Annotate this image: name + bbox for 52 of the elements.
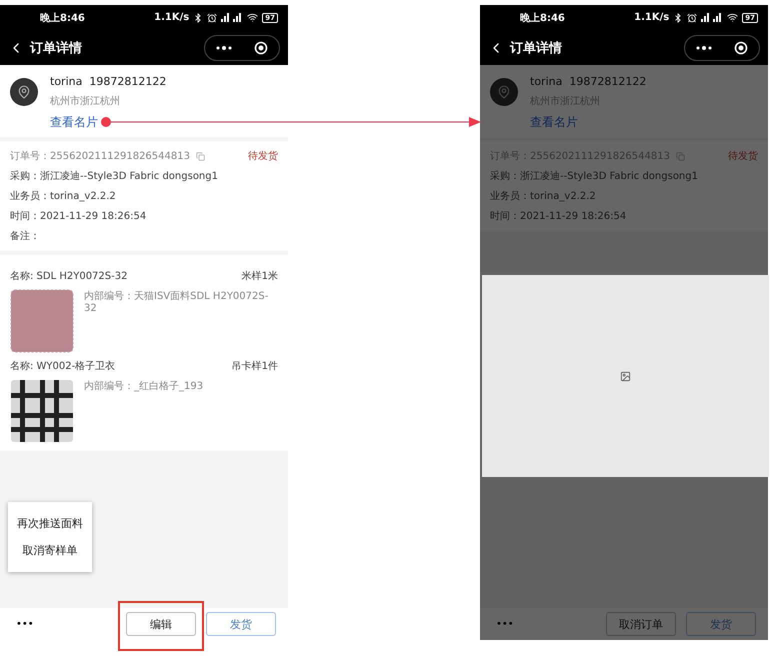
product-code: 内部编号：_红白格子_193 [84, 380, 204, 393]
more-button[interactable]: ••• [16, 618, 116, 630]
product-spec: 吊卡样1件 [232, 360, 278, 373]
signal-icon [701, 13, 724, 22]
location-icon [490, 78, 518, 106]
page-title: 订单详情 [30, 40, 83, 56]
network-speed: 1.1K/s [154, 12, 190, 23]
network-speed: 1.1K/s [634, 12, 670, 23]
wifi-icon [727, 12, 738, 23]
order-detail: 业务员：torina_v2.2.2 [490, 190, 597, 203]
page-title: 订单详情 [510, 40, 563, 56]
order-detail: 备注： [10, 230, 41, 243]
wifi-icon [247, 12, 258, 23]
alarm-icon [207, 12, 218, 22]
ship-button[interactable]: 发货 [206, 612, 276, 636]
order-detail: 采购：浙江凌迪--Style3D Fabric dongsong1 [10, 170, 219, 183]
view-card-link[interactable]: 查看名片 [50, 114, 278, 131]
image-placeholder-icon [620, 370, 631, 382]
more-icon[interactable] [216, 46, 232, 50]
contact-name: torina 19872812122 [530, 75, 646, 88]
order-detail: 时间：2021-11-29 18:26:54 [10, 210, 148, 223]
alarm-icon [687, 12, 698, 22]
capsule-menu[interactable] [204, 34, 280, 60]
capsule-menu[interactable] [684, 34, 760, 60]
close-icon[interactable] [254, 40, 268, 54]
menu-item[interactable]: 再次推送面料 [17, 516, 83, 531]
bluetooth-icon [673, 12, 684, 22]
fabric-swatch-icon [10, 289, 74, 353]
contact-address: 杭州市浙江杭州 [50, 94, 121, 108]
location-icon [10, 78, 38, 106]
product-name: 名称: SDL H2Y0072S-32 [10, 270, 128, 283]
bluetooth-icon [193, 12, 204, 22]
signal-icon [221, 13, 244, 22]
action-button[interactable]: 取消订单 [606, 612, 676, 636]
product-code: 内部编号：天猫ISV面料SDL H2Y0072S-32 [84, 290, 270, 314]
order-detail: 时间：2021-11-29 18:26:54 [490, 210, 628, 223]
status-time: 晚上8:46 [520, 12, 566, 24]
product-name: 名称: WY002-格子卫衣 [10, 360, 116, 373]
order-detail: 采购：浙江凌迪--Style3D Fabric dongsong1 [490, 170, 699, 183]
action-button[interactable]: 编辑 [126, 612, 196, 636]
order-detail: 业务员：torina_v2.2.2 [10, 190, 117, 203]
order-status: 待发货 [728, 150, 758, 163]
more-button[interactable]: ••• [496, 618, 596, 630]
close-icon[interactable] [734, 40, 748, 54]
plaid-swatch-icon [10, 379, 74, 443]
order-number: 订单号：2556202111291826544813 [10, 150, 190, 163]
more-icon[interactable] [696, 46, 712, 50]
contact-name: torina 19872812122 [50, 75, 166, 88]
menu-item[interactable]: 取消寄样单 [22, 543, 78, 558]
order-status: 待发货 [248, 150, 278, 163]
status-time: 晚上8:46 [40, 12, 86, 24]
product-spec: 米样1米 [242, 270, 278, 283]
